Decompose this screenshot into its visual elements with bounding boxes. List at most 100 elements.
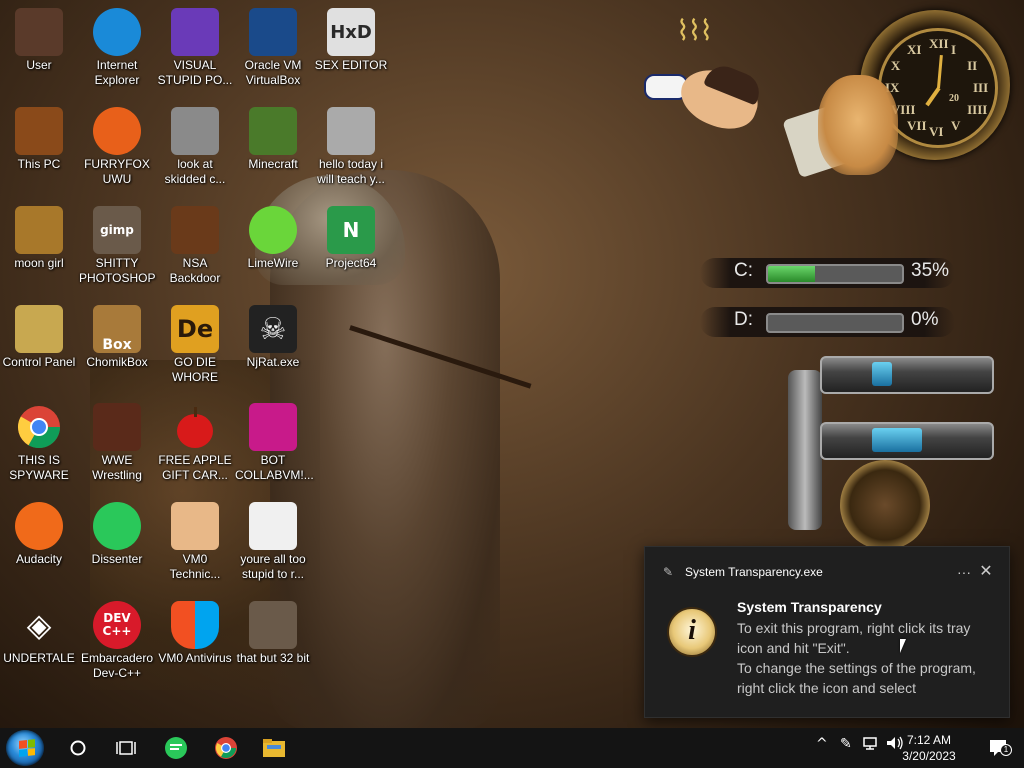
desktop-icon[interactable]: NSA Backdoor [156,206,234,286]
gear-icon [840,460,930,550]
toast-title: System Transparency [737,599,882,615]
desktop-icon[interactable]: Dissenter [78,502,156,567]
skull-icon: ☠ [249,305,297,353]
desktop-icon-label: Control Panel [2,355,76,369]
taskbar-chrome-button[interactable] [210,732,242,764]
chomikbox-icon: Box [93,305,141,353]
desktop-icon[interactable]: Control Panel [0,305,78,370]
desktop-icon[interactable]: gimp SHITTY PHOTOSHOP [78,206,156,286]
clock-numeral: III [973,80,989,95]
desktop-icon[interactable]: youre all too stupid to r... [234,502,312,582]
desktop-icon[interactable]: ◈ UNDERTALE [0,601,78,666]
pixel-image-icon [327,107,375,155]
unity-icon: ◈ [26,606,52,644]
desktop-icon[interactable]: Minecraft [234,107,312,172]
devcpp-glyph: C++ [102,624,132,638]
taskbar: ^ ✎ 7:12 AM 3/20/2023 1 [0,728,1024,768]
task-view-button[interactable] [110,732,142,764]
desktop-icon-label: Dissenter [91,552,143,566]
pipe-vertical [788,370,822,530]
desktop-icon[interactable]: FURRYFOX UWU [78,107,156,187]
drive-meter-c[interactable]: C: 35% [700,258,955,288]
desktop-icon[interactable]: ☠ NjRat.exe [234,305,312,370]
desktop-icon[interactable]: User [0,8,78,73]
drive-track [766,313,904,333]
taskbar-file-explorer-button[interactable] [258,732,290,764]
this-pc-icon [15,107,63,155]
pipe-tube [820,356,994,394]
cortana-button[interactable] [62,732,94,764]
desktop-icon[interactable]: BOT COLLABVM!... [234,403,314,483]
desktop-icon-label: NSA Backdoor [169,256,221,285]
notification-toast[interactable]: ✎ System Transparency.exe ··· ✕ i System… [644,546,1010,718]
tray-chevron-button[interactable]: ^ [816,736,828,752]
clock-date: 3/20/2023 [902,749,956,763]
desktop-icon-label: UNDERTALE [3,651,75,665]
close-button[interactable]: ✕ [975,561,997,583]
clock-numeral: VI [929,124,944,139]
windows-logo-icon [19,739,35,757]
drive-percent: 0% [911,309,939,330]
desktop-icon[interactable]: Oracle VM VirtualBox [234,8,312,88]
desktop-icon[interactable]: hello today i will teach y... [312,107,390,187]
desktop-icon-label: This PC [17,157,61,171]
desktop-icon[interactable]: FREE APPLE GIFT CAR... [156,403,234,483]
portrait-icon [249,502,297,550]
apple-icon [171,403,219,451]
drive-meter-d[interactable]: D: 0% [700,307,955,337]
gimp-icon: gimp [93,206,141,254]
network-icon[interactable] [862,736,878,754]
clock-numeral: II [967,58,978,73]
desktop-icon[interactable]: Box ChomikBox [78,305,156,370]
desktop-icon-label: FURRYFOX UWU [84,157,150,186]
desktop-icon-label: FREE APPLE GIFT CAR... [158,453,232,482]
visual-studio-icon [171,8,219,56]
chrome-icon [15,403,63,451]
desktop-icon[interactable]: that but 32 bit [234,601,312,666]
more-options-button[interactable]: ··· [953,561,975,583]
desktop-icon-label: WWE Wrestling [92,453,142,482]
clock-numeral: XI [907,41,922,57]
edge-icon [93,8,141,56]
desktop-icon[interactable]: look at skidded c... [156,107,234,187]
task-view-icon [116,741,136,755]
shield-icon [171,601,219,649]
drive-track [766,264,904,284]
clock-numeral: XII [929,36,949,51]
monitor-icon [249,403,297,451]
taskbar-clock[interactable]: 7:12 AM 3/20/2023 [894,732,964,764]
action-center-button[interactable]: 1 [988,738,1012,758]
notification-count: 1 [1000,744,1012,756]
start-button[interactable] [6,730,44,766]
pen-icon[interactable]: ✎ [840,736,852,752]
desktop-icon[interactable]: De GO DIE WHORE [156,305,234,385]
drive-fill [768,266,815,282]
desktop-icon[interactable]: VM0 Technic... [156,502,234,582]
desktop-icon[interactable]: WWE Wrestling [78,403,156,483]
desktop-icon-label: VM0 Antivirus [158,651,232,665]
user-folder-icon [15,8,63,56]
desktop-icon[interactable]: Internet Explorer [78,8,156,88]
control-panel-icon [15,305,63,353]
desktop-icon[interactable]: VISUAL STUPID PO... [156,8,234,88]
desktop-icon[interactable]: DEV C++ Embarcadero Dev-C++ [78,601,156,681]
desktop-icon-label: Oracle VM VirtualBox [244,58,302,87]
project64-icon: N [327,206,375,254]
file-explorer-icon [263,739,285,757]
technician-icon [171,502,219,550]
desktop-icon[interactable]: THIS IS SPYWARE [0,403,78,483]
desktop-icon[interactable]: HxD SEX EDITOR [312,8,390,73]
desktop-icon-label: THIS IS SPYWARE [9,453,69,482]
desktop-icon-label: SHITTY PHOTOSHOP [79,256,156,285]
taskbar-dissenter-button[interactable] [160,732,192,764]
desktop-icon[interactable]: N Project64 [312,206,390,271]
desktop-icon[interactable]: LimeWire [234,206,312,271]
limewire-icon [249,206,297,254]
desktop-icon[interactable]: moon girl [0,206,78,271]
drive-letter: C: [734,260,753,281]
clock-numeral: VII [907,118,927,134]
desktop-icon[interactable]: This PC [0,107,78,172]
drive-percent: 35% [911,260,950,281]
desktop-icon[interactable]: Audacity [0,502,78,567]
desktop-icon[interactable]: VM0 Antivirus [156,601,234,666]
